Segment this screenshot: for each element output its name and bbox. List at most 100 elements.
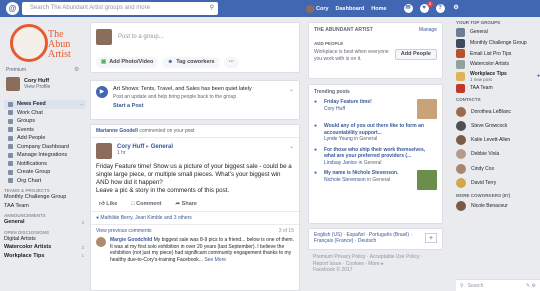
- trending-item[interactable]: ● For those who ship their work themselve…: [314, 147, 437, 167]
- post-link[interactable]: post: [185, 128, 194, 134]
- share-button[interactable]: ➦ Share: [176, 201, 197, 207]
- contact-avatar: [456, 149, 466, 160]
- group-link[interactable]: General: [151, 144, 173, 150]
- language-list-2[interactable]: Français (France) · Deutsch: [314, 238, 437, 244]
- nav-icon: [8, 169, 13, 175]
- search-input[interactable]: Search The Abundant Artist groups and mo…: [22, 2, 218, 15]
- commenter-name[interactable]: Marianne Goodell: [96, 128, 138, 134]
- add-photo-button[interactable]: ▣ Add Photo/Video: [96, 57, 159, 68]
- contact-item[interactable]: Debbie Viola: [456, 147, 540, 161]
- megaphone-icon: ▶: [96, 86, 108, 98]
- add-language-button[interactable]: +: [425, 233, 437, 243]
- sidebar-item-groups[interactable]: Groups: [4, 117, 86, 126]
- brand-emblem: [10, 24, 48, 62]
- group-thumbnail: [456, 49, 465, 59]
- group-text: Workplace Tips 1 new post: [470, 71, 507, 82]
- likes-text[interactable]: Mathilde Berry, Jean Kimble and 3 others: [100, 215, 191, 221]
- coworker-item[interactable]: Nicole Benaceur: [456, 199, 540, 213]
- trending-title[interactable]: Would any of you out there like to form …: [324, 123, 437, 136]
- trending-thumbnail[interactable]: [417, 99, 437, 119]
- view-profile-link[interactable]: View Profile: [24, 84, 50, 90]
- more-options-button[interactable]: ···: [223, 57, 240, 68]
- sidebar-item-notifications[interactable]: Notifications: [4, 160, 86, 169]
- contact-item[interactable]: Cindy Cox: [456, 162, 540, 176]
- add-people-button[interactable]: Add People: [394, 49, 437, 60]
- group-name: Monthly Challenge Group: [470, 40, 527, 47]
- sidebar-item-label: Watercolor Artists: [4, 244, 52, 251]
- see-more-link[interactable]: See More: [204, 257, 226, 263]
- sidebar-item-workplace-tips[interactable]: Workplace Tips 1: [4, 252, 86, 261]
- sidebar-item-create-group[interactable]: Create Group: [4, 168, 86, 177]
- group-item[interactable]: General: [456, 27, 540, 38]
- sidebar-item-org-chart[interactable]: Org Chart: [4, 177, 86, 186]
- user-profile[interactable]: Cory Huff View Profile: [6, 77, 50, 91]
- profile-link[interactable]: Cory: [306, 4, 329, 13]
- chat-search-input[interactable]: Search: [468, 283, 484, 289]
- coworker-avatar: [456, 201, 466, 212]
- chat-settings-icon[interactable]: ✎ ⚙: [526, 283, 540, 289]
- workplace-logo[interactable]: @: [6, 2, 19, 15]
- group-item[interactable]: Email List Pro Tips: [456, 48, 540, 59]
- chat-search-bar[interactable]: ⚲ Search ✎ ⚙: [456, 279, 540, 291]
- trending-item[interactable]: ● Friday Feature time! Cory Huff: [314, 99, 437, 119]
- add-people-header: ADD PEOPLE: [314, 41, 344, 46]
- start-post-link[interactable]: Start a Post: [113, 103, 284, 109]
- group-item[interactable]: Workplace Tips 1 new post ●: [456, 70, 540, 83]
- help-icon[interactable]: ?: [435, 4, 445, 13]
- sidebar-item-news-feed[interactable]: News Feed ···: [4, 100, 86, 109]
- sidebar-item-taa-team[interactable]: TAA Team: [4, 202, 86, 211]
- composer-input[interactable]: Post to a group...: [118, 34, 164, 40]
- bell-icon[interactable]: ♥ 1: [419, 1, 433, 13]
- sidebar-item-general[interactable]: General 3: [4, 218, 86, 227]
- contact-item[interactable]: Dorothea LeBlanc: [456, 104, 540, 118]
- group-name: Workplace Tips: [470, 70, 507, 77]
- trending-author-name[interactable]: Nichole Stevenson: [324, 177, 366, 183]
- post-time[interactable]: 1 hr: [117, 150, 173, 156]
- close-icon[interactable]: ⌄: [289, 86, 294, 109]
- post-menu-icon[interactable]: ⌄: [289, 143, 294, 159]
- sidebar-item-work-chat[interactable]: Work Chat: [4, 109, 86, 118]
- sidebar-item-watercolor-artists[interactable]: Watercolor Artists 3: [4, 243, 86, 252]
- trending-title[interactable]: For those who ship their work themselves…: [324, 147, 437, 160]
- sidebar-item-digital-artists[interactable]: Digital Artists: [4, 235, 86, 244]
- group-item[interactable]: Monthly Challenge Group: [456, 38, 540, 49]
- trending-author-name[interactable]: Cory Huff: [324, 106, 345, 112]
- feed-post: Marianne Goodell commented on your post …: [90, 124, 300, 291]
- trending-list: ● Friday Feature time! Cory Huff ● Would any…: [314, 99, 437, 190]
- trending-thumbnail[interactable]: [417, 170, 437, 190]
- nav-icon: [8, 178, 13, 184]
- contact-item[interactable]: Katie Levett-Allen: [456, 133, 540, 147]
- manage-link[interactable]: Manage: [419, 27, 437, 33]
- contact-item[interactable]: David Terry: [456, 176, 540, 190]
- like-button[interactable]: 👍︎ Like: [99, 201, 117, 207]
- sidebar-item-company-dashboard[interactable]: Company Dashboard: [4, 143, 86, 152]
- gear-icon[interactable]: ⚙: [452, 4, 461, 13]
- view-previous-comments[interactable]: View previous comments: [96, 228, 152, 234]
- trending-author-name[interactable]: Lindsay Janice: [324, 160, 357, 166]
- groups-list: General Monthly Challenge Group Email List…: [456, 27, 540, 93]
- sidebar-item-events[interactable]: Events: [4, 126, 86, 135]
- trending-title: Trending posts: [314, 89, 350, 95]
- sidebar-item-manage-integrations[interactable]: Manage Integrations: [4, 151, 86, 160]
- group-name: General: [470, 29, 488, 36]
- sidebar-item-label: Company Dashboard: [17, 143, 69, 150]
- group-item[interactable]: TAA Team: [456, 83, 540, 94]
- trending-author-name[interactable]: Lynde Young: [324, 136, 353, 142]
- trending-item[interactable]: ● My name is Nichole Stevenson. Nichole St…: [314, 170, 437, 190]
- home-link[interactable]: Home: [371, 6, 386, 12]
- comment-button[interactable]: □ Comment: [131, 201, 161, 207]
- nav-icon: [8, 135, 13, 141]
- trending-item[interactable]: ● Would any of you out there like to form…: [314, 123, 437, 143]
- sidebar-item-add-people[interactable]: Add People: [4, 134, 86, 143]
- search-icon[interactable]: ⚲: [210, 2, 214, 15]
- contact-item[interactable]: Steve Growcock: [456, 119, 540, 133]
- chat-icon[interactable]: ✉: [403, 4, 413, 13]
- settings-icon[interactable]: ⚙: [74, 66, 79, 73]
- group-item[interactable]: Watercolor Artists: [456, 59, 540, 70]
- tag-coworkers-button[interactable]: ☻ Tag coworkers: [162, 57, 220, 68]
- dashboard-link[interactable]: Dashboard: [336, 6, 365, 12]
- comment-author[interactable]: Margie Goodchild: [110, 237, 152, 243]
- sidebar-item-monthly-challenge-group[interactable]: Monthly Challenge Group: [4, 193, 86, 202]
- contact-avatar: [456, 178, 466, 189]
- sidebar-item-label: Manage Integrations: [17, 152, 68, 159]
